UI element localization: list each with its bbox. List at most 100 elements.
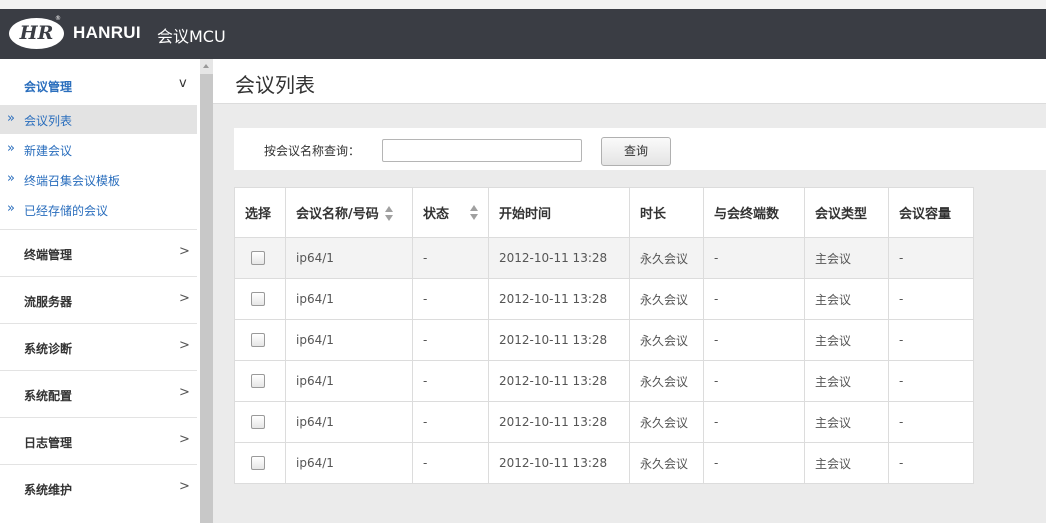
cell-status: - (412, 442, 489, 484)
chevron-right-icon: > (179, 244, 190, 259)
sidebar-scrollbar[interactable] (200, 59, 213, 523)
chevron-right-icon: > (179, 479, 190, 494)
sort-icon[interactable] (470, 205, 478, 221)
cell-capacity: - (888, 442, 974, 484)
chevron-down-icon: v (179, 76, 187, 91)
cell-terminal-count: - (703, 360, 805, 402)
row-checkbox[interactable] (251, 415, 265, 430)
cell-start-time: 2012-10-11 13:28 (488, 237, 630, 279)
cell-start-time: 2012-10-11 13:28 (488, 442, 630, 484)
chevron-right-icon: > (179, 432, 190, 447)
search-label: 按会议名称查询： (264, 144, 361, 158)
cell-name: ip64/1 (285, 401, 413, 443)
cell-start-time: 2012-10-11 13:28 (488, 319, 630, 361)
chevron-right-icon: > (179, 338, 190, 353)
app-header: HR ® HANRUI 会议MCU (0, 9, 1046, 59)
sidebar-subitem-label: 新建会议 (24, 144, 73, 158)
row-checkbox[interactable] (251, 456, 265, 471)
cell-type: 主会议 (804, 360, 889, 402)
page-title-bar: 会议列表 (213, 59, 1046, 104)
sidebar: 会议管理 v » 会议列表 » 新建会议 » 终端召集会议模板 » 已经存储的会… (0, 59, 200, 523)
cell-capacity: - (888, 278, 974, 320)
sidebar-menu-system-maintenance[interactable]: 系统维护 > (0, 464, 197, 511)
row-select-cell (234, 278, 286, 320)
row-checkbox[interactable] (251, 333, 265, 348)
sidebar-menu-label: 系统配置 (24, 389, 73, 403)
scroll-up-arrow-icon[interactable] (203, 64, 209, 68)
cell-duration: 永久会议 (629, 360, 704, 402)
sidebar-subitem-label: 会议列表 (24, 114, 73, 128)
cell-start-time: 2012-10-11 13:28 (488, 401, 630, 443)
table-row[interactable]: ip64/1 - 2012-10-11 13:28 永久会议 - 主会议 - (234, 401, 974, 443)
row-select-cell (234, 401, 286, 443)
table-row[interactable]: ip64/1 - 2012-10-11 13:28 永久会议 - 主会议 - (234, 237, 974, 279)
row-checkbox[interactable] (251, 251, 265, 266)
table-row[interactable]: ip64/1 - 2012-10-11 13:28 永久会议 - 主会议 - (234, 319, 974, 361)
cell-terminal-count: - (703, 401, 805, 443)
cell-type: 主会议 (804, 237, 889, 279)
cell-type: 主会议 (804, 401, 889, 443)
sidebar-menu-stream-server[interactable]: 流服务器 > (0, 276, 197, 323)
conference-name-search-input[interactable] (382, 139, 582, 162)
table-row[interactable]: ip64/1 - 2012-10-11 13:28 永久会议 - 主会议 - (234, 360, 974, 402)
conference-table: 选择 会议名称/号码 状态 开始时间 时长 与会终端数 会议类型 会议容量 ip… (234, 187, 974, 484)
cell-status: - (412, 360, 489, 402)
cell-name: ip64/1 (285, 442, 413, 484)
sidebar-subitem-terminal-template[interactable]: » 终端召集会议模板 (0, 165, 197, 194)
cell-status: - (412, 278, 489, 320)
row-select-cell (234, 442, 286, 484)
cell-start-time: 2012-10-11 13:28 (488, 278, 630, 320)
cell-terminal-count: - (703, 237, 805, 279)
hanrui-logo: HR (9, 18, 64, 49)
scrollbar-thumb[interactable] (200, 74, 213, 523)
sidebar-menu-system-diagnostics[interactable]: 系统诊断 > (0, 323, 197, 370)
table-row[interactable]: ip64/1 - 2012-10-11 13:28 永久会议 - 主会议 - (234, 278, 974, 320)
cell-capacity: - (888, 360, 974, 402)
sidebar-menu-label: 会议管理 (24, 80, 73, 94)
cell-capacity: - (888, 237, 974, 279)
brand-name: HANRUI (73, 23, 141, 42)
sidebar-menu-system-config[interactable]: 系统配置 > (0, 370, 197, 417)
sidebar-subitem-conference-list[interactable]: » 会议列表 (0, 105, 197, 134)
sidebar-subitem-label: 已经存储的会议 (24, 204, 109, 218)
cell-start-time: 2012-10-11 13:28 (488, 360, 630, 402)
sidebar-subitem-new-conference[interactable]: » 新建会议 (0, 135, 197, 164)
double-chevron-right-icon: » (7, 201, 15, 216)
column-header-capacity: 会议容量 (888, 187, 974, 238)
column-header-duration: 时长 (629, 187, 704, 238)
cell-duration: 永久会议 (629, 401, 704, 443)
sidebar-menu-log-management[interactable]: 日志管理 > (0, 417, 197, 464)
cell-type: 主会议 (804, 319, 889, 361)
cell-terminal-count: - (703, 278, 805, 320)
row-select-cell (234, 319, 286, 361)
cell-status: - (412, 401, 489, 443)
search-button[interactable]: 查询 (601, 137, 671, 166)
row-checkbox[interactable] (251, 374, 265, 389)
column-header-status[interactable]: 状态 (412, 187, 489, 238)
sidebar-subitem-saved-conferences[interactable]: » 已经存储的会议 (0, 195, 197, 224)
page-title: 会议列表 (235, 73, 315, 97)
column-header-name[interactable]: 会议名称/号码 (285, 187, 413, 238)
registered-mark: ® (55, 15, 61, 22)
cell-duration: 永久会议 (629, 278, 704, 320)
cell-capacity: - (888, 401, 974, 443)
column-header-type: 会议类型 (804, 187, 889, 238)
row-select-cell (234, 237, 286, 279)
cell-duration: 永久会议 (629, 237, 704, 279)
sort-icon[interactable] (384, 206, 393, 222)
cell-terminal-count: - (703, 442, 805, 484)
cell-duration: 永久会议 (629, 319, 704, 361)
cell-terminal-count: - (703, 319, 805, 361)
sidebar-menu-label: 流服务器 (24, 295, 73, 309)
sidebar-menu-conference-management[interactable]: 会议管理 v (0, 59, 200, 105)
table-row[interactable]: ip64/1 - 2012-10-11 13:28 永久会议 - 主会议 - (234, 442, 974, 484)
sidebar-menu-terminal-management[interactable]: 终端管理 > (0, 229, 197, 276)
sidebar-menu-label: 终端管理 (24, 248, 73, 262)
top-strip (0, 0, 1046, 9)
sidebar-subitem-label: 终端召集会议模板 (24, 174, 121, 188)
product-name: 会议MCU (157, 27, 226, 46)
search-panel: 按会议名称查询： 查询 (234, 128, 1046, 170)
sidebar-menu-label: 日志管理 (24, 436, 73, 450)
column-header-select: 选择 (234, 187, 286, 238)
row-checkbox[interactable] (251, 292, 265, 307)
